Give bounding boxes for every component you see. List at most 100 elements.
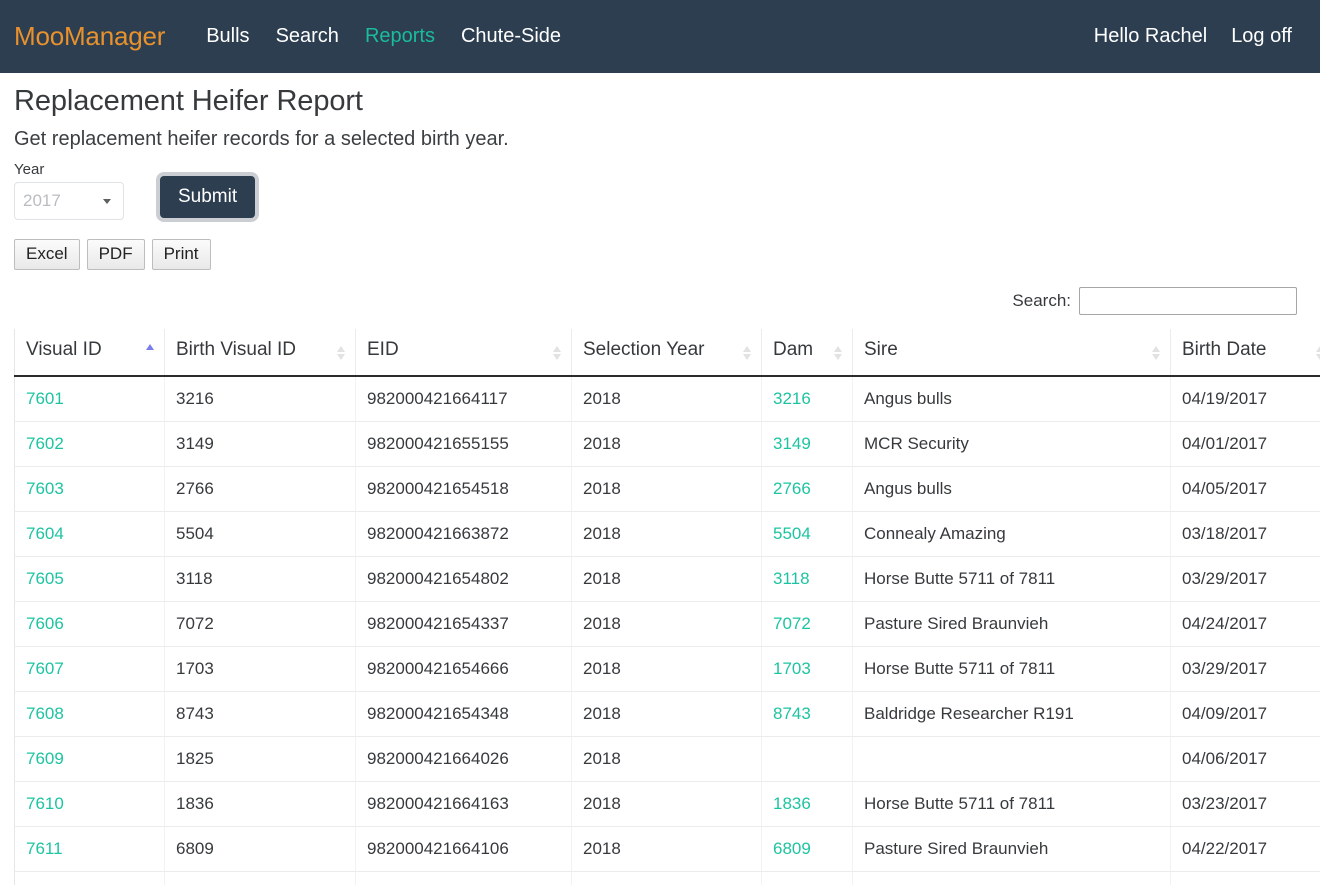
print-button[interactable]: Print — [151, 239, 211, 271]
cell-birth-date: 03/18/2017 — [1170, 511, 1320, 558]
eid-text: 982000421654518 — [367, 479, 509, 499]
cell-eid: 982000421664106 — [355, 826, 572, 873]
sire-text: Horse Butte 5711 of 7811 — [864, 569, 1056, 589]
export-pdf-button[interactable]: PDF — [86, 239, 145, 271]
cell-dam: 2760 — [761, 871, 853, 885]
dam-link[interactable]: 5504 — [773, 524, 811, 543]
column-header-label: Dam — [773, 339, 814, 361]
nav-link-search[interactable]: Search — [263, 25, 352, 48]
sort-none-icon[interactable] — [553, 346, 562, 361]
nav-link-bulls[interactable]: Bulls — [193, 25, 262, 48]
birth-visual-id-text: 5504 — [176, 524, 214, 544]
selection-year-text: 2018 — [583, 704, 621, 724]
search-input[interactable] — [1079, 287, 1297, 316]
sort-none-icon[interactable] — [743, 346, 752, 361]
visual-id-link[interactable]: 7610 — [26, 794, 64, 813]
cell-sire: Angus bulls — [852, 376, 1171, 423]
column-header-visual-id[interactable]: Visual ID — [14, 329, 165, 378]
visual-id-link[interactable]: 7603 — [26, 479, 64, 498]
cell-dam — [761, 736, 853, 783]
visual-id-link[interactable]: 7604 — [26, 524, 64, 543]
dam-link[interactable]: 8743 — [773, 704, 811, 723]
report-table-wrapper: Visual ID Birth Visual ID EID Selection Yea… — [14, 329, 1320, 885]
eid-text: 982000421664117 — [367, 389, 508, 409]
column-header-birth-date[interactable]: Birth Date — [1170, 329, 1320, 378]
column-header-sire[interactable]: Sire — [852, 329, 1171, 378]
cell-eid: 982000421664026 — [355, 736, 572, 783]
dam-link[interactable]: 3216 — [773, 389, 811, 408]
visual-id-link[interactable]: 7607 — [26, 659, 64, 678]
nav-link-chute-side[interactable]: Chute-Side — [448, 25, 574, 48]
birth-date-text: 04/09/2017 — [1182, 704, 1268, 724]
sort-none-icon[interactable] — [1316, 346, 1320, 361]
sire-text: Pasture Sired Braunvieh — [864, 614, 1049, 634]
table-row: 7611 6809 982000421664106 2018 6809 Pasture S… — [14, 826, 1320, 873]
logoff-link[interactable]: Log off — [1219, 25, 1304, 48]
selection-year-text: 2018 — [583, 524, 621, 544]
column-header-label: Birth Visual ID — [176, 339, 297, 361]
cell-birth-date: 04/04/2017 — [1170, 871, 1320, 885]
cell-birth-visual-id: 1836 — [164, 781, 356, 828]
dam-link[interactable]: 3149 — [773, 434, 811, 453]
cell-selection-year: 2018 — [571, 691, 762, 738]
cell-birth-visual-id: 3216 — [164, 376, 356, 423]
cell-dam: 1836 — [761, 781, 853, 828]
visual-id-link[interactable]: 7605 — [26, 569, 64, 588]
cell-birth-date: 04/22/2017 — [1170, 826, 1320, 873]
birth-date-text: 04/05/2017 — [1182, 479, 1268, 499]
dam-link[interactable]: 7072 — [773, 614, 811, 633]
page-title: Replacement Heifer Report — [14, 85, 363, 117]
birth-date-text: 04/19/2017 — [1182, 389, 1268, 409]
page-subtitle: Get replacement heifer records for a sel… — [14, 128, 509, 150]
cell-birth-visual-id: 3118 — [164, 556, 356, 603]
cell-eid: 982000421664163 — [355, 781, 572, 828]
nav-link-reports[interactable]: Reports — [352, 25, 448, 48]
cell-selection-year: 2018 — [571, 376, 762, 423]
brand-logo[interactable]: MooManager — [14, 21, 165, 52]
cell-birth-visual-id: 2760 — [164, 871, 356, 885]
cell-dam: 3118 — [761, 556, 853, 603]
dam-link[interactable]: 1836 — [773, 794, 811, 813]
visual-id-link[interactable]: 7609 — [26, 749, 64, 768]
cell-eid: 982000421663872 — [355, 511, 572, 558]
year-select[interactable]: 2017 — [14, 182, 124, 220]
visual-id-link[interactable]: 7602 — [26, 434, 64, 453]
birth-visual-id-text: 1703 — [176, 659, 214, 679]
visual-id-link[interactable]: 7611 — [26, 839, 63, 858]
column-header-selection-year[interactable]: Selection Year — [571, 329, 762, 378]
export-excel-button[interactable]: Excel — [14, 239, 80, 271]
dam-link[interactable]: 1703 — [773, 659, 811, 678]
dam-link[interactable]: 3118 — [773, 569, 810, 588]
sort-ascending-icon[interactable] — [146, 344, 155, 358]
greeting-label[interactable]: Hello Rachel — [1082, 25, 1219, 48]
dam-link[interactable]: 2766 — [773, 479, 811, 498]
sort-none-icon[interactable] — [834, 346, 843, 361]
column-header-label: Selection Year — [583, 339, 705, 361]
selection-year-text: 2018 — [583, 479, 621, 499]
birth-date-text: 03/29/2017 — [1182, 659, 1268, 679]
birth-date-text: 03/29/2017 — [1182, 569, 1268, 589]
visual-id-link[interactable]: 7606 — [26, 614, 64, 633]
cell-birth-date: 03/29/2017 — [1170, 646, 1320, 693]
cell-selection-year: 2018 — [571, 421, 762, 468]
visual-id-link[interactable]: 7608 — [26, 704, 64, 723]
cell-eid: 982000421664117 — [355, 376, 572, 423]
table-row: 7607 1703 982000421654666 2018 1703 Horse But… — [14, 646, 1320, 693]
submit-button[interactable]: Submit — [160, 176, 256, 218]
column-header-label: Visual ID — [26, 339, 102, 361]
cell-sire: Angus bulls — [852, 466, 1171, 513]
visual-id-link[interactable]: 7601 — [26, 389, 64, 408]
sort-none-icon[interactable] — [337, 346, 346, 361]
column-header-dam[interactable]: Dam — [761, 329, 853, 378]
birth-visual-id-text: 8743 — [176, 704, 214, 724]
cell-dam: 1703 — [761, 646, 853, 693]
eid-text: 982000421654348 — [367, 704, 509, 724]
sort-none-icon[interactable] — [1152, 346, 1161, 361]
column-header-label: Sire — [864, 339, 898, 361]
eid-text: 982000421655155 — [367, 434, 509, 454]
dam-link[interactable]: 6809 — [773, 839, 811, 858]
column-header-eid[interactable]: EID — [355, 329, 572, 378]
cell-sire: MCR Security — [852, 421, 1171, 468]
column-header-birth-visual-id[interactable]: Birth Visual ID — [164, 329, 356, 378]
sire-text: Angus bulls — [864, 389, 952, 409]
